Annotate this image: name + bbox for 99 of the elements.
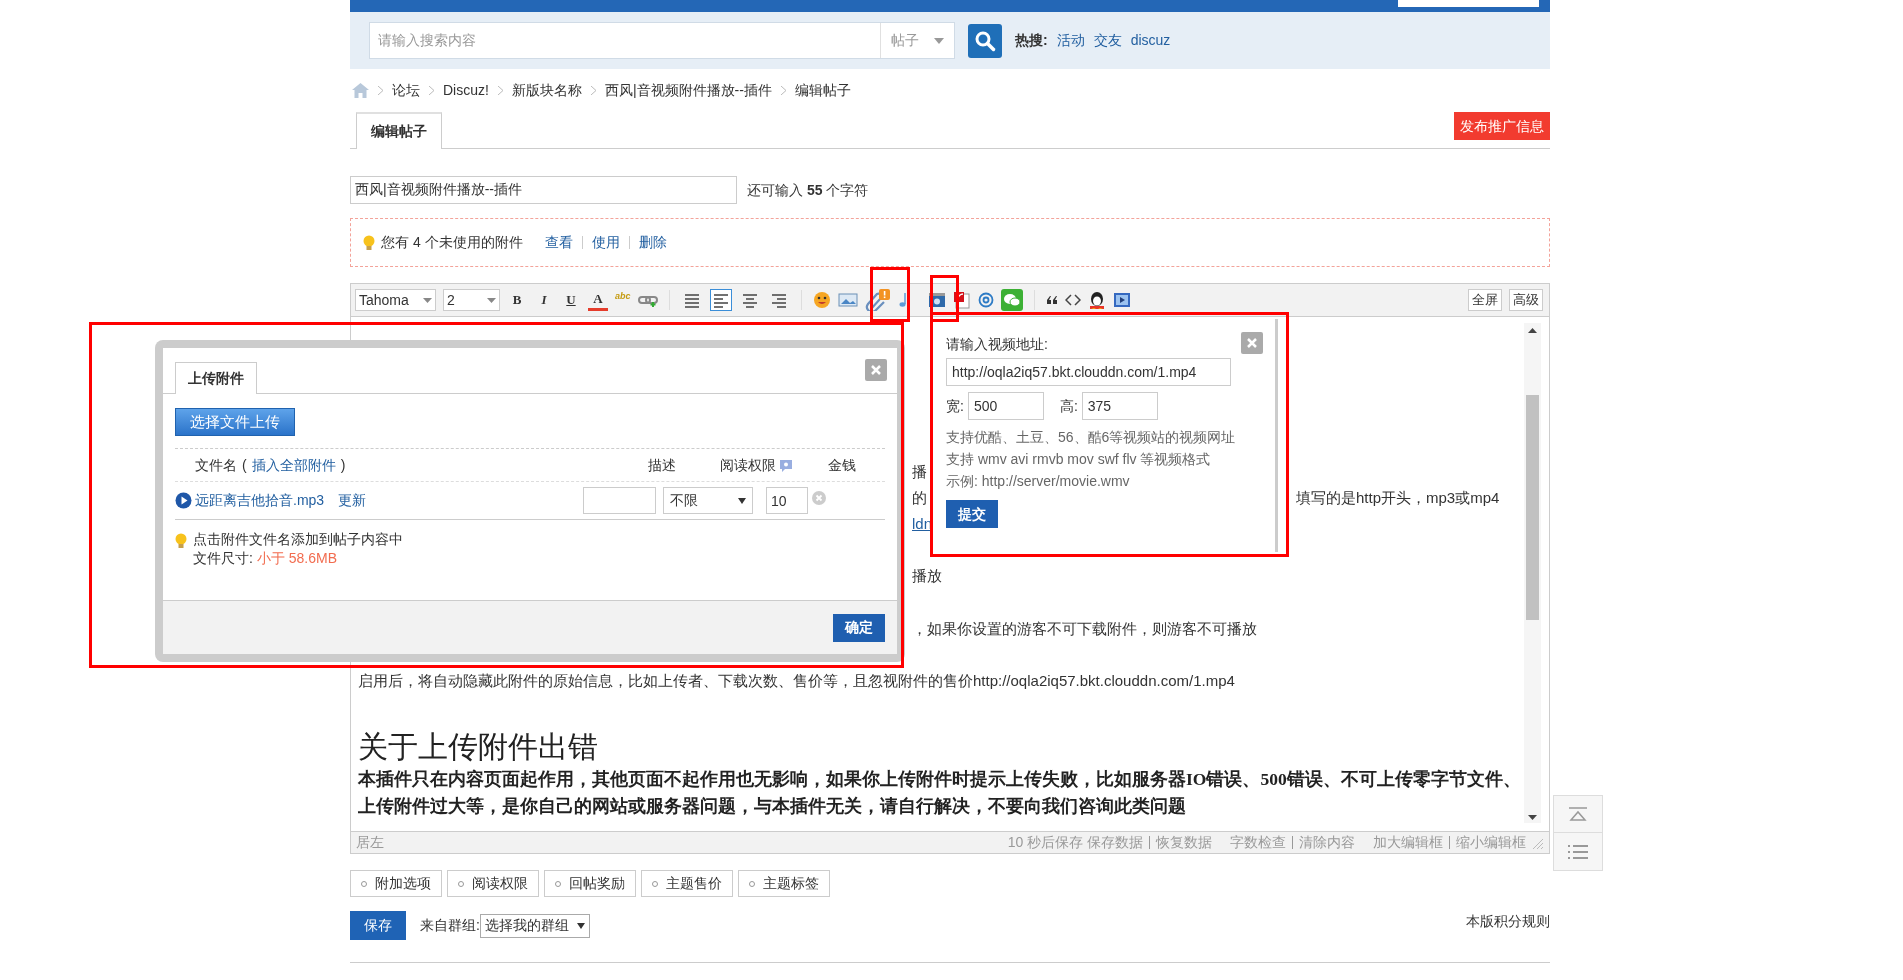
file-name-link[interactable]: 远距离吉他拾音.mp3 [195, 490, 325, 511]
media-player-icon[interactable] [1112, 292, 1131, 308]
chevron-icon[interactable] [497, 85, 503, 95]
help-text: 支持优酷、土豆、56、酷6等视频站的视频网址 [946, 428, 1237, 447]
quote-icon[interactable] [1045, 295, 1058, 305]
text-color-button[interactable]: A [588, 289, 608, 311]
text-fragment: 填写的是http开头，mp3或mp4 [1296, 488, 1500, 508]
penguin-icon[interactable] [1087, 291, 1106, 309]
hot-search-link[interactable]: discuz [1130, 30, 1171, 51]
field-label: 高: [1059, 396, 1078, 416]
advanced-button[interactable]: 高级 [1509, 289, 1543, 311]
paperclip-icon[interactable] [864, 289, 891, 311]
file-size-label: 文件尺寸: [193, 549, 253, 568]
dialog-tab[interactable]: 上传附件 [175, 362, 257, 394]
notice-text: 您有 4 个未使用的附件 [381, 233, 523, 252]
notice-link[interactable]: 删除 [638, 232, 667, 253]
video-icon[interactable] [927, 292, 946, 308]
close-icon[interactable] [865, 359, 887, 381]
column-header: 描述 [647, 455, 677, 475]
breadcrumb-link[interactable]: 论坛 [392, 79, 420, 101]
chevron-icon[interactable] [590, 85, 596, 95]
column-header: 金钱 [827, 455, 857, 475]
text-fragment: ，如果你设置的游客不可下载附件，则游客不可播放 [912, 619, 1257, 639]
field-label: 宽: [946, 396, 964, 416]
text-fragment: 的 [912, 488, 927, 508]
paren-text: ) [340, 455, 346, 475]
fullscreen-button[interactable]: 全屏 [1468, 289, 1502, 311]
hot-search-label: 热搜: [1015, 31, 1048, 50]
section-heading: 关于上传附件出错 [358, 729, 599, 765]
hint-text: 点击附件文件名添加到帖子内容中 [193, 530, 403, 549]
file-size-value: 小于 58.6MB [256, 549, 338, 568]
list-icon[interactable] [1567, 843, 1589, 860]
smiley-icon[interactable] [812, 291, 831, 309]
text-fragment: 播放 [912, 566, 942, 586]
lightbulb-icon[interactable] [175, 533, 187, 549]
font-dropdown[interactable]: Tahoma [355, 289, 436, 311]
scrollbar-thumb[interactable] [1526, 394, 1539, 620]
update-link[interactable]: 更新 [338, 490, 367, 511]
character-count: 还可输入 55 个字符 [747, 180, 869, 200]
bold-button[interactable]: B [507, 289, 527, 311]
help-icon[interactable] [778, 458, 793, 472]
option-tab[interactable]: 主题售价 [641, 870, 733, 897]
paren-text: ( [242, 455, 247, 475]
submit-button[interactable]: 提交 [946, 500, 998, 528]
code-icon[interactable] [1064, 294, 1081, 306]
alignment-status: 居左 [356, 833, 384, 852]
option-tab[interactable]: 回帖奖励 [544, 870, 636, 897]
tab[interactable]: 编辑帖子 [356, 112, 442, 149]
image-icon[interactable] [837, 292, 858, 308]
width-field[interactable]: 500 [967, 392, 1044, 420]
video-url-field[interactable]: http://oqla2iq57.bkt.clouddn.com/1.mp4 [946, 358, 1231, 386]
breadcrumb-link[interactable]: 西风|音视频附件播放--插件 [604, 79, 772, 101]
help-text: 示例: http://server/movie.wmv [946, 472, 1131, 491]
body-paragraph: 本插件只在内容页面起作用，其他页面不起作用也无影响，如果你上传附件时提示上传失败，比如服务器IO错误、500错误、不可上传零字节文件、上传附件过大等，是你自己的网站或服务器问题，与本插件无关，请自行解决，不要向我们咨询此类问题 [358, 768, 1522, 818]
price-field[interactable]: 10 [766, 487, 808, 514]
group-dropdown[interactable]: 选择我的群组 [479, 913, 590, 938]
hot-search-link[interactable]: 活动 [1056, 30, 1085, 51]
permission-dropdown[interactable]: 不限 [663, 487, 753, 514]
description-field[interactable] [583, 487, 656, 514]
insert-all-link[interactable]: 插入全部附件 [251, 454, 336, 476]
height-field[interactable]: 375 [1081, 392, 1158, 420]
align-left-button[interactable] [709, 289, 732, 311]
title-field[interactable]: 西风|音视频附件播放--插件 [350, 176, 737, 204]
column-header: 文件名 [195, 455, 237, 475]
caret-icon[interactable] [738, 497, 746, 504]
breadcrumb-link[interactable]: Discuz! [443, 79, 489, 101]
play-icon[interactable] [175, 492, 192, 509]
chevron-icon[interactable] [429, 85, 434, 95]
save-button[interactable]: 保存 [350, 911, 406, 940]
hot-search-link[interactable]: 交友 [1093, 30, 1122, 51]
link-icon[interactable] [637, 293, 658, 307]
close-icon[interactable] [1241, 332, 1263, 354]
text-fragment: 启用后，将自动隐藏此附件的原始信息，比如上传者、下载次数、售价等，且忽视附件的售价http://oqla2iq57.bkt.clouddn.com/1.mp4 [358, 671, 1235, 691]
field-label: 请输入视频地址: [946, 335, 1048, 354]
italic-button[interactable]: I [534, 289, 554, 311]
size-dropdown[interactable]: 2 [443, 289, 500, 311]
caret-icon[interactable] [576, 922, 585, 929]
chevron-icon[interactable] [780, 85, 786, 95]
chevron-icon[interactable] [378, 85, 383, 95]
notice-link[interactable]: 使用 [591, 232, 620, 253]
text-fragment: 播 [912, 462, 927, 482]
search-icon[interactable] [968, 23, 1002, 58]
notice-link[interactable]: 查看 [544, 232, 573, 253]
breadcrumb-current[interactable]: 编辑帖子 [794, 79, 851, 101]
group-label: 来自群组: [420, 916, 480, 935]
chat-bubbles-icon[interactable] [1000, 289, 1023, 311]
help-text: 支持 wmv avi rmvb mov swf flv 等视频格式 [946, 450, 1212, 469]
rules-link[interactable]: 本版积分规则 [1466, 911, 1550, 932]
promo-button[interactable]: 发布推广信息 [1454, 112, 1550, 140]
music-note-icon[interactable] [897, 292, 908, 308]
confirm-button[interactable]: 确定 [833, 613, 885, 642]
underline-button[interactable]: U [561, 289, 581, 311]
back-to-top-icon[interactable] [1567, 806, 1589, 822]
breadcrumb-link[interactable]: 新版块名称 [511, 79, 582, 101]
option-tab[interactable]: 阅读权限 [447, 870, 539, 897]
lightbulb-icon[interactable] [363, 234, 375, 251]
column-header: 阅读权限 [719, 455, 776, 475]
option-tab[interactable]: 附加选项 [350, 870, 442, 897]
option-tab[interactable]: 主题标签 [738, 870, 830, 897]
